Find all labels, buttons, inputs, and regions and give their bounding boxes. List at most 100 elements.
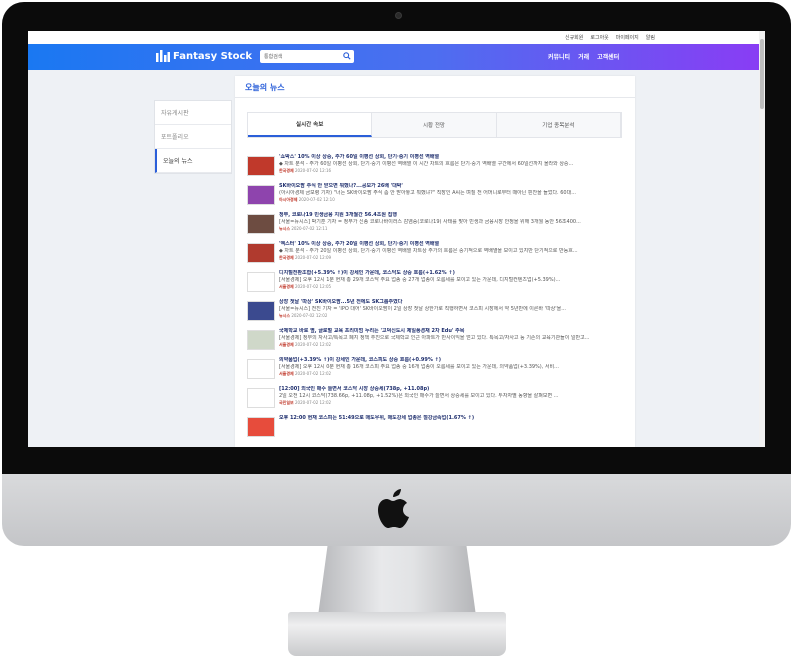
search-icon[interactable] bbox=[343, 52, 351, 60]
news-item[interactable]: 디지털전환조합(+5.39% ↑)이 강세인 가운데, 코스닥도 상승 흐름(+… bbox=[247, 270, 627, 299]
news-thumbnail[interactable] bbox=[247, 388, 275, 408]
news-tabs: 실시간 속보 시황 전망 기업 종목분석 bbox=[247, 112, 622, 138]
news-date: 2020-07-02 12:02 bbox=[295, 342, 332, 347]
news-item[interactable]: 국제학교 바로 옆, 글로벌 교육 프리미엄 누리는 '고덕신도시 제일풍경채 … bbox=[247, 328, 627, 357]
news-panel: 오늘의 뉴스 실시간 속보 시황 전망 기업 종목분석 '쇼박스' 10% 이상… bbox=[235, 76, 635, 447]
news-meta: 뉴시스 2020-07-02 12:11 bbox=[279, 226, 627, 232]
nav-community[interactable]: 커뮤니티 bbox=[548, 52, 570, 61]
monitor-foot bbox=[288, 612, 506, 656]
news-item[interactable]: 상장 첫날 '따상' SK바이오팜...5년 전에도 SK그룹주였다 [서울=뉴시… bbox=[247, 299, 627, 328]
news-date: 2020-07-02 12:05 bbox=[295, 284, 332, 289]
notify-link[interactable]: 알림 bbox=[646, 34, 655, 41]
news-thumbnail[interactable] bbox=[247, 301, 275, 321]
site-logo[interactable]: Fantasy Stock bbox=[156, 50, 252, 62]
scrollbar[interactable] bbox=[759, 31, 765, 447]
news-meta: 한국경제 2020-07-02 12:16 bbox=[279, 168, 627, 174]
monitor-stand bbox=[318, 546, 476, 616]
news-headline[interactable]: [12:00] 외국인 매수 늘면서 코스닥 시장 상승세(738p, +11.… bbox=[279, 386, 627, 393]
news-summary: ◆ 차트 분석 - 주가 20일 이평선 상회, 단기·중기 이평선 역배열 차… bbox=[279, 248, 578, 254]
news-headline[interactable]: '엑스터' 10% 이상 상승, 주가 20일 이평선 상회, 단기·중기 이평… bbox=[279, 241, 627, 248]
news-item[interactable]: '엑스터' 10% 이상 상승, 주가 20일 이평선 상회, 단기·중기 이평… bbox=[247, 241, 627, 270]
news-text: 디지털전환조합(+5.39% ↑)이 강세인 가운데, 코스닥도 상승 흐름(+… bbox=[279, 270, 627, 299]
news-date: 2020-07-02 12:02 bbox=[295, 400, 332, 405]
logout-link[interactable]: 로그아웃 bbox=[590, 34, 608, 41]
sidebar-item-news[interactable]: 오늘의 뉴스 bbox=[155, 149, 231, 173]
sidebar-item-portfolio[interactable]: 포트폴리오 bbox=[155, 125, 231, 149]
news-meta: 아시아경제 2020-07-02 12:10 bbox=[279, 197, 627, 203]
tab-market[interactable]: 시황 전망 bbox=[372, 113, 497, 137]
news-thumbnail[interactable] bbox=[247, 359, 275, 379]
imac-frame: 신규회원 로그아웃 마이페이지 알림 Fantasy Stock 통합검색 커뮤… bbox=[0, 0, 793, 658]
news-meta: 국민일보 2020-07-02 12:02 bbox=[279, 400, 627, 406]
news-headline[interactable]: 국제학교 바로 옆, 글로벌 교육 프리미엄 누리는 '고덕신도시 제일풍경채 … bbox=[279, 328, 627, 335]
news-list: '쇼박스' 10% 이상 상승, 주가 60일 이평선 상회, 단기·중기 이평… bbox=[247, 154, 627, 444]
news-text: '엑스터' 10% 이상 상승, 주가 20일 이평선 상회, 단기·중기 이평… bbox=[279, 241, 627, 270]
browser-viewport: 신규회원 로그아웃 마이페이지 알림 Fantasy Stock 통합검색 커뮤… bbox=[28, 31, 765, 447]
news-source: 한국경제 bbox=[279, 255, 294, 260]
news-summary: 2일 오전 12시 코스닥(738.66p, +11.08p, +1.52%)은… bbox=[279, 393, 559, 399]
news-headline[interactable]: 정부, 코로나19 민생금융 지원 3개월간 56.4조원 집행 bbox=[279, 212, 627, 219]
news-headline[interactable]: '쇼박스' 10% 이상 상승, 주가 60일 이평선 상회, 단기·중기 이평… bbox=[279, 154, 627, 161]
search-input[interactable]: 통합검색 bbox=[260, 50, 354, 63]
news-text: [12:00] 외국인 매수 늘면서 코스닥 시장 상승세(738p, +11.… bbox=[279, 386, 627, 415]
sidebar-item-board[interactable]: 자유게시판 bbox=[155, 101, 231, 125]
mypage-link[interactable]: 마이페이지 bbox=[616, 34, 639, 41]
news-thumbnail[interactable] bbox=[247, 417, 275, 437]
news-item[interactable]: '쇼박스' 10% 이상 상승, 주가 60일 이평선 상회, 단기·중기 이평… bbox=[247, 154, 627, 183]
news-thumbnail[interactable] bbox=[247, 272, 275, 292]
apple-logo-icon bbox=[378, 489, 409, 528]
news-item[interactable]: 의약품업(+3.39% ↑)이 강세인 가운데, 코스피도 상승 흐름(+0.9… bbox=[247, 357, 627, 386]
news-headline[interactable]: 의약품업(+3.39% ↑)이 강세인 가운데, 코스피도 상승 흐름(+0.9… bbox=[279, 357, 627, 364]
news-source: 서울경제 bbox=[279, 284, 294, 289]
news-source: 뉴시스 bbox=[279, 313, 291, 318]
news-thumbnail[interactable] bbox=[247, 214, 275, 234]
news-summary: [서울경제] 오후 12시 0분 현재 총 16개 코스피 주요 업종 중 16… bbox=[279, 364, 559, 370]
news-headline[interactable]: 오후 12:00 현재 코스피는 51:49으로 매도우위, 매도강세 업종은 … bbox=[279, 415, 627, 422]
news-summary: [서울=뉴시스] 박기훈 기자 = 정부가 신종 코로나바이러스 감염증(코로나… bbox=[279, 219, 581, 225]
news-thumbnail[interactable] bbox=[247, 243, 275, 263]
nav-trade[interactable]: 거래 bbox=[578, 52, 589, 61]
news-text: 오후 12:00 현재 코스피는 51:49으로 매도우위, 매도강세 업종은 … bbox=[279, 415, 627, 444]
news-date: 2020-07-02 12:16 bbox=[295, 168, 332, 173]
news-meta: 서울경제 2020-07-02 12:05 bbox=[279, 284, 627, 290]
news-headline[interactable]: 디지털전환조합(+5.39% ↑)이 강세인 가운데, 코스닥도 상승 흐름(+… bbox=[279, 270, 627, 277]
signup-link[interactable]: 신규회원 bbox=[565, 34, 583, 41]
news-thumbnail[interactable] bbox=[247, 156, 275, 176]
news-item[interactable]: SK바이오팜 주식 안 받으면 뭐했나?...공모가 26배 '대박' (아시아경… bbox=[247, 183, 627, 212]
tab-company[interactable]: 기업 종목분석 bbox=[497, 113, 621, 137]
search-placeholder: 통합검색 bbox=[264, 54, 283, 60]
news-text: SK바이오팜 주식 안 받으면 뭐했나?...공모가 26배 '대박' (아시아경… bbox=[279, 183, 627, 212]
news-date: 2020-07-02 12:02 bbox=[295, 371, 332, 376]
news-meta: 서울경제 2020-07-02 12:02 bbox=[279, 371, 627, 377]
page-content: 자유게시판 포트폴리오 오늘의 뉴스 오늘의 뉴스 실시간 속보 시황 전망 기… bbox=[28, 70, 765, 447]
news-item[interactable]: 정부, 코로나19 민생금융 지원 3개월간 56.4조원 집행 [서울=뉴시스]… bbox=[247, 212, 627, 241]
news-text: 상장 첫날 '따상' SK바이오팜...5년 전에도 SK그룹주였다 [서울=뉴시… bbox=[279, 299, 627, 328]
logo-text: Fantasy Stock bbox=[173, 50, 253, 62]
news-date: 2020-07-02 12:11 bbox=[291, 226, 328, 231]
news-source: 국민일보 bbox=[279, 400, 294, 405]
site-header: Fantasy Stock 통합검색 커뮤니티 거래 고객센터 bbox=[28, 44, 765, 70]
news-headline[interactable]: 상장 첫날 '따상' SK바이오팜...5년 전에도 SK그룹주였다 bbox=[279, 299, 627, 306]
camera-icon bbox=[395, 12, 402, 19]
news-text: 정부, 코로나19 민생금융 지원 3개월간 56.4조원 집행 [서울=뉴시스]… bbox=[279, 212, 627, 241]
utility-bar: 신규회원 로그아웃 마이페이지 알림 bbox=[28, 31, 765, 44]
logo-chart-icon bbox=[156, 50, 170, 62]
news-summary: ◆ 차트 분석 - 주가 60일 이평선 상회, 단기·중기 이평선 역배열 이… bbox=[279, 161, 574, 167]
news-summary: [서울경제] 정부의 자사고/특목고 폐지 정책 추진으로 국제학교 인근 아파… bbox=[279, 335, 590, 341]
news-text: '쇼박스' 10% 이상 상승, 주가 60일 이평선 상회, 단기·중기 이평… bbox=[279, 154, 627, 183]
scrollbar-thumb[interactable] bbox=[760, 39, 764, 109]
news-meta: 뉴시스 2020-07-02 12:02 bbox=[279, 313, 627, 319]
news-source: 서울경제 bbox=[279, 371, 294, 376]
tab-realtime[interactable]: 실시간 속보 bbox=[248, 113, 373, 137]
news-date: 2020-07-02 12:09 bbox=[295, 255, 332, 260]
news-item[interactable]: 오후 12:00 현재 코스피는 51:49으로 매도우위, 매도강세 업종은 … bbox=[247, 415, 627, 444]
news-item[interactable]: [12:00] 외국인 매수 늘면서 코스닥 시장 상승세(738p, +11.… bbox=[247, 386, 627, 415]
news-thumbnail[interactable] bbox=[247, 185, 275, 205]
news-headline[interactable]: SK바이오팜 주식 안 받으면 뭐했나?...공모가 26배 '대박' bbox=[279, 183, 627, 190]
news-source: 아시아경제 bbox=[279, 197, 298, 202]
news-text: 국제학교 바로 옆, 글로벌 교육 프리미엄 누리는 '고덕신도시 제일풍경채 … bbox=[279, 328, 627, 357]
sidebar: 자유게시판 포트폴리오 오늘의 뉴스 bbox=[154, 100, 232, 174]
main-nav: 커뮤니티 거래 고객센터 bbox=[548, 52, 627, 61]
news-thumbnail[interactable] bbox=[247, 330, 275, 350]
nav-support[interactable]: 고객센터 bbox=[597, 52, 619, 61]
